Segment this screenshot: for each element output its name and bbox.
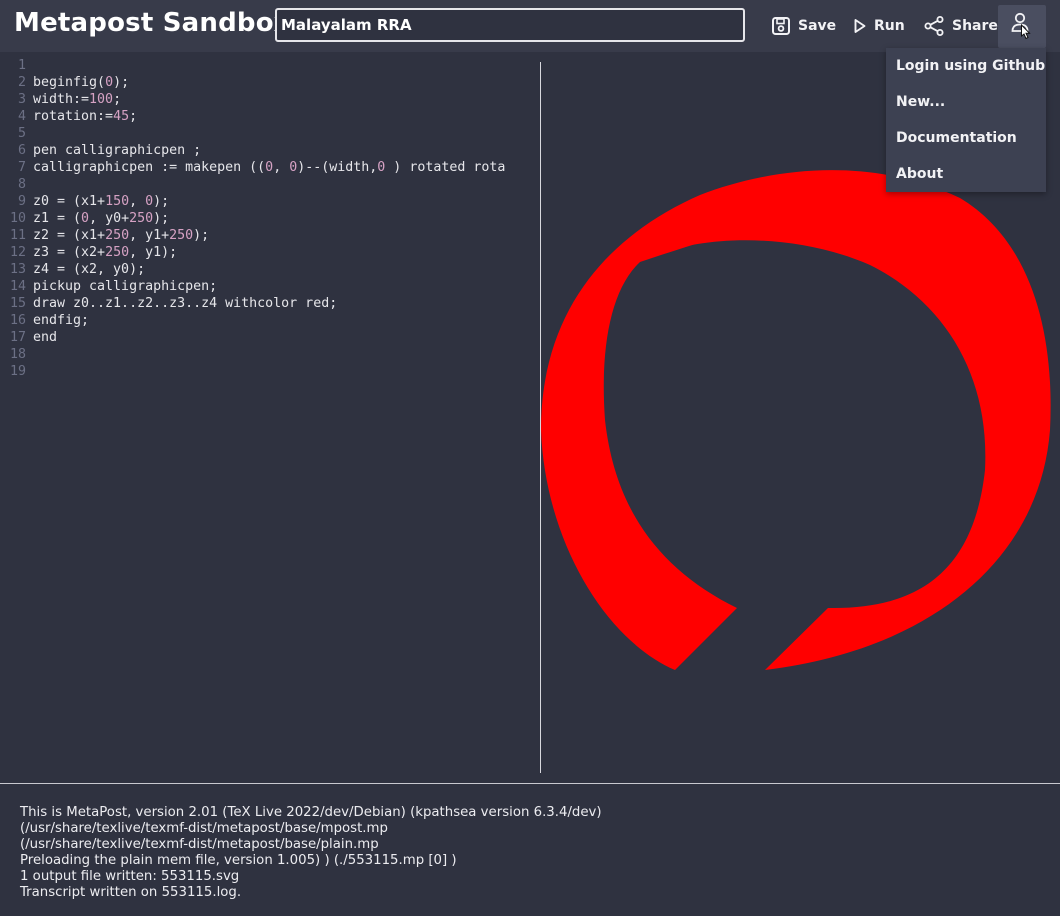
menu-item-new[interactable]: New... (886, 84, 1046, 120)
code-text: z3 = (x2+250, y1); (33, 245, 178, 260)
code-editor[interactable]: 1 2 beginfig(0); 3 width:=100; 4 rotation:=45;… (0, 52, 540, 782)
line-number: 19 (9, 364, 26, 379)
line-number: 8 (17, 177, 26, 192)
save-icon (771, 16, 791, 36)
menu-item-login-using-github[interactable]: Login using Github (886, 48, 1046, 84)
line-number: 6 (17, 143, 26, 158)
code-text: end (33, 330, 58, 345)
menu-item-about[interactable]: About (886, 156, 1046, 192)
log-line: (/usr/share/texlive/texmf-dist/metapost/… (20, 837, 379, 852)
line-number: 15 (9, 296, 26, 311)
line-number: 10 (9, 211, 26, 226)
code-text: calligraphicpen := makepen ((0, 0)--(wid… (33, 160, 506, 175)
log-line: (/usr/share/texlive/texmf-dist/metapost/… (20, 821, 388, 836)
log-line: Preloading the plain mem file, version 1… (20, 853, 457, 868)
code-text: z0 = (x1+150, 0); (33, 194, 170, 209)
line-number: 4 (17, 109, 26, 124)
line-number: 16 (9, 313, 26, 328)
line-number: 5 (17, 126, 26, 141)
play-icon (853, 17, 867, 35)
log-line: 1 output file written: 553115.svg (20, 869, 240, 884)
line-number: 14 (9, 279, 26, 294)
code-text: z4 = (x2, y0); (33, 262, 146, 277)
menu-item-documentation[interactable]: Documentation (886, 120, 1046, 156)
document-title-input[interactable] (275, 8, 745, 42)
line-number: 13 (9, 262, 26, 277)
user-menu-button[interactable] (998, 5, 1046, 48)
log-line: This is MetaPost, version 2.01 (TeX Live… (20, 805, 602, 820)
calligraphic-stroke-shape (541, 170, 1051, 670)
code-text: pen calligraphicpen ; (33, 143, 202, 158)
code-text: beginfig(0); (33, 75, 130, 90)
share-icon (923, 15, 945, 37)
run-label: Run (874, 18, 905, 34)
code-text: draw z0..z1..z2..z3..z4 withcolor red; (33, 296, 338, 311)
share-label: Share (952, 18, 998, 34)
user-icon (1009, 10, 1035, 44)
log-line: Transcript written on 553115.log. (20, 885, 242, 900)
line-number: 2 (17, 75, 26, 90)
code-text: width:=100; (33, 92, 122, 107)
log-separator (0, 783, 1060, 784)
code-text: z1 = (0, y0+250); (33, 211, 170, 226)
code-text: rotation:=45; (33, 109, 138, 124)
line-number: 12 (9, 245, 26, 260)
code-text: z2 = (x1+250, y1+250); (33, 228, 210, 243)
top-bar: Metapost Sandbox Save Run (0, 0, 1060, 52)
save-label: Save (798, 18, 837, 34)
user-dropdown-menu: Login using Github New... Documentation Abo… (886, 48, 1046, 192)
line-number: 9 (17, 194, 26, 209)
line-number: 1 (17, 58, 26, 73)
share-button[interactable]: Share (923, 14, 998, 38)
line-number: 18 (9, 347, 26, 362)
run-button[interactable]: Run (853, 14, 905, 38)
app-title: Metapost Sandbox (14, 8, 291, 38)
line-number: 17 (9, 330, 26, 345)
code-text: pickup calligraphicpen; (33, 279, 218, 294)
line-number: 7 (17, 160, 26, 175)
save-button[interactable]: Save (771, 14, 836, 38)
line-number: 3 (17, 92, 26, 107)
output-log: This is MetaPost, version 2.01 (TeX Live… (20, 805, 602, 901)
line-number: 11 (9, 228, 26, 243)
code-text: endfig; (33, 313, 90, 328)
